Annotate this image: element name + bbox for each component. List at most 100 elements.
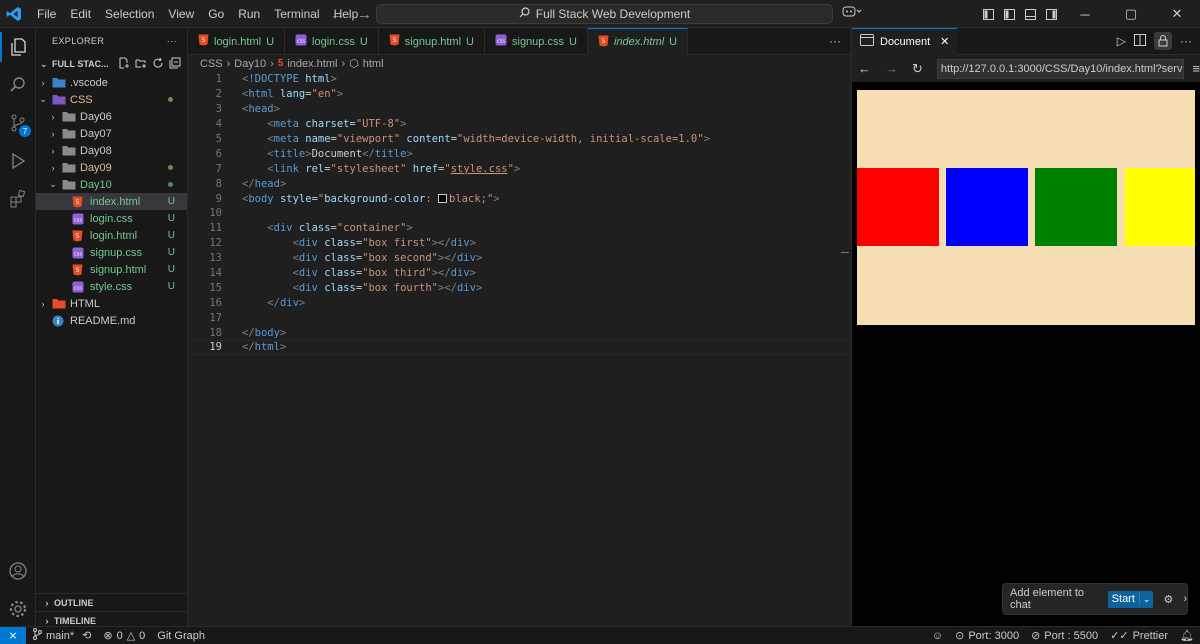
search-sidebar-icon[interactable] bbox=[0, 66, 36, 104]
code-line[interactable]: 8 </head> bbox=[188, 176, 850, 191]
tree-folder[interactable]: ⌄ CSS bbox=[36, 91, 187, 108]
breadcrumb-item[interactable]: index.html bbox=[287, 58, 337, 70]
refresh-icon[interactable] bbox=[152, 57, 164, 72]
menu-run[interactable]: Run bbox=[231, 0, 267, 28]
editor-tab[interactable]: 5 signup.html U bbox=[379, 28, 485, 55]
code-line[interactable]: 2 <html lang="en"> bbox=[188, 87, 850, 102]
tree-folder[interactable]: › .vscode bbox=[36, 74, 187, 91]
settings-gear-icon[interactable]: ⚙ bbox=[1163, 593, 1173, 606]
breadcrumb-item[interactable]: html bbox=[363, 58, 384, 70]
menu-terminal[interactable]: Terminal bbox=[267, 0, 326, 28]
code-line[interactable]: 16 </div> bbox=[188, 295, 850, 310]
copilot-status-icon[interactable]: ☺ bbox=[926, 630, 949, 642]
tree-file[interactable]: css login.css U bbox=[36, 210, 187, 227]
menu-file[interactable]: File bbox=[30, 0, 63, 28]
source-control-icon[interactable]: 7 bbox=[0, 104, 36, 142]
code-line[interactable]: 14 <div class="box third"></div> bbox=[188, 266, 850, 281]
settings-gear-icon[interactable] bbox=[0, 590, 36, 628]
menu-icon[interactable]: ≡ bbox=[1192, 61, 1200, 76]
menu-view[interactable]: View bbox=[161, 0, 201, 28]
menu-go[interactable]: Go bbox=[201, 0, 231, 28]
more-actions-icon[interactable]: ··· bbox=[167, 36, 187, 46]
code-line[interactable]: 4 <meta charset="UTF-8"> bbox=[188, 117, 850, 132]
code-line[interactable]: 12 <div class="box first"></div> bbox=[188, 236, 850, 251]
editor-tab[interactable]: 5 index.html U bbox=[587, 28, 689, 55]
tree-file[interactable]: README.md bbox=[36, 312, 187, 329]
branch-indicator[interactable]: main* ⟲ bbox=[26, 628, 97, 643]
port-3000-indicator[interactable]: ⊙ Port: 3000 bbox=[949, 629, 1025, 643]
sync-icon[interactable]: ⟲ bbox=[82, 629, 91, 642]
tree-file[interactable]: css style.css U bbox=[36, 278, 187, 295]
close-window-icon[interactable]: ✕ bbox=[1154, 0, 1200, 28]
forward-arrow-icon[interactable]: → bbox=[885, 61, 898, 76]
code-line[interactable]: 3 <head> bbox=[188, 102, 850, 117]
new-file-icon[interactable] bbox=[118, 57, 130, 72]
code-line[interactable]: 19 </html> bbox=[188, 340, 850, 355]
minimap-slider[interactable] bbox=[841, 252, 849, 253]
split-editor-icon[interactable] bbox=[1134, 33, 1146, 49]
code-line[interactable]: 15 <div class="box fourth"></div> bbox=[188, 280, 850, 295]
tree-folder[interactable]: ⌄ Day10 bbox=[36, 176, 187, 193]
customize-layout-icon[interactable] bbox=[978, 0, 999, 28]
accounts-icon[interactable] bbox=[0, 552, 36, 590]
forward-arrow-icon[interactable]: → bbox=[357, 6, 372, 23]
code-line[interactable]: 18 </body> bbox=[188, 325, 850, 340]
run-debug-icon[interactable] bbox=[0, 142, 36, 180]
port-5500-indicator[interactable]: ⊘ Port : 5500 bbox=[1025, 629, 1104, 643]
toggle-panel-icon[interactable] bbox=[1020, 0, 1041, 28]
code-line[interactable]: 10 bbox=[188, 206, 850, 221]
prettier-indicator[interactable]: ✓✓ Prettier bbox=[1104, 629, 1174, 643]
tree-folder[interactable]: › Day07 bbox=[36, 125, 187, 142]
run-icon[interactable]: ▷ bbox=[1117, 34, 1126, 48]
tree-file[interactable]: 5 signup.html U bbox=[36, 261, 187, 278]
more-actions-icon[interactable]: ··· bbox=[820, 28, 850, 54]
start-button[interactable]: Start ⌄ bbox=[1107, 590, 1154, 608]
git-graph-button[interactable]: Git Graph bbox=[151, 630, 211, 642]
editor-tab[interactable]: css signup.css U bbox=[485, 28, 588, 55]
code-line[interactable]: 9 <body style="background-color: black;"> bbox=[188, 191, 850, 206]
tree-folder[interactable]: › Day09 bbox=[36, 159, 187, 176]
explorer-icon[interactable] bbox=[0, 28, 36, 66]
chevron-right-icon[interactable]: › bbox=[1183, 593, 1187, 605]
toggle-sidebar-icon[interactable] bbox=[999, 0, 1020, 28]
back-arrow-icon[interactable]: ← bbox=[858, 61, 871, 76]
lock-icon[interactable] bbox=[1154, 32, 1172, 50]
editor-tab[interactable]: css login.css U bbox=[285, 28, 379, 55]
menu-edit[interactable]: Edit bbox=[63, 0, 98, 28]
problems-indicator[interactable]: ⊗ 0 △ 0 bbox=[97, 629, 151, 643]
workspace-root[interactable]: ⌄ FULL STAC... bbox=[36, 54, 187, 74]
back-arrow-icon[interactable]: ← bbox=[330, 6, 345, 23]
outline-section[interactable]: › OUTLINE bbox=[36, 593, 188, 611]
tree-file[interactable]: css signup.css U bbox=[36, 244, 187, 261]
command-center-search[interactable]: Full Stack Web Development bbox=[376, 4, 833, 24]
more-actions-icon[interactable]: ··· bbox=[1180, 34, 1192, 48]
code-line[interactable]: 11 <div class="container"> bbox=[188, 221, 850, 236]
editor-tab[interactable]: 5 login.html U bbox=[188, 28, 286, 55]
maximize-icon[interactable]: ▢ bbox=[1108, 0, 1154, 28]
copilot-icon[interactable] bbox=[842, 5, 862, 22]
tree-folder[interactable]: › Day08 bbox=[36, 142, 187, 159]
tree-folder[interactable]: › Day06 bbox=[36, 108, 187, 125]
code-editor[interactable]: 1 <!DOCTYPE html> 2 <html lang="en"> 3 <head>… bbox=[188, 72, 850, 626]
code-line[interactable]: 7 <link rel="stylesheet" href="style.css… bbox=[188, 161, 850, 176]
reload-icon[interactable]: ↻ bbox=[912, 61, 923, 77]
code-line[interactable]: 6 <title>Document</title> bbox=[188, 146, 850, 161]
preview-tab[interactable]: Document ✕ bbox=[852, 27, 958, 55]
code-line[interactable]: 13 <div class="box second"></div> bbox=[188, 251, 850, 266]
code-line[interactable]: 17 bbox=[188, 310, 850, 325]
tree-folder[interactable]: › HTML bbox=[36, 295, 187, 312]
code-line[interactable]: 1 <!DOCTYPE html> bbox=[188, 72, 850, 87]
menu-selection[interactable]: Selection bbox=[98, 0, 161, 28]
minimize-icon[interactable]: ─ bbox=[1062, 0, 1108, 28]
breadcrumb-item[interactable]: CSS bbox=[200, 58, 223, 70]
preview-url-input[interactable]: http://127.0.0.1:3000/CSS/Day10/index.ht… bbox=[936, 58, 1185, 79]
extensions-icon[interactable] bbox=[0, 180, 36, 218]
breadcrumb-item[interactable]: Day10 bbox=[234, 58, 266, 70]
tree-file[interactable]: 5 login.html U bbox=[36, 227, 187, 244]
remote-indicator-icon[interactable]: ⨯ bbox=[0, 626, 26, 644]
collapse-all-icon[interactable] bbox=[169, 57, 181, 72]
close-tab-icon[interactable]: ✕ bbox=[940, 35, 949, 48]
tree-file[interactable]: 5 index.html U bbox=[36, 193, 187, 210]
chevron-down-icon[interactable]: ⌄ bbox=[1140, 594, 1154, 605]
code-line[interactable]: 5 <meta name="viewport" content="width=d… bbox=[188, 132, 850, 147]
